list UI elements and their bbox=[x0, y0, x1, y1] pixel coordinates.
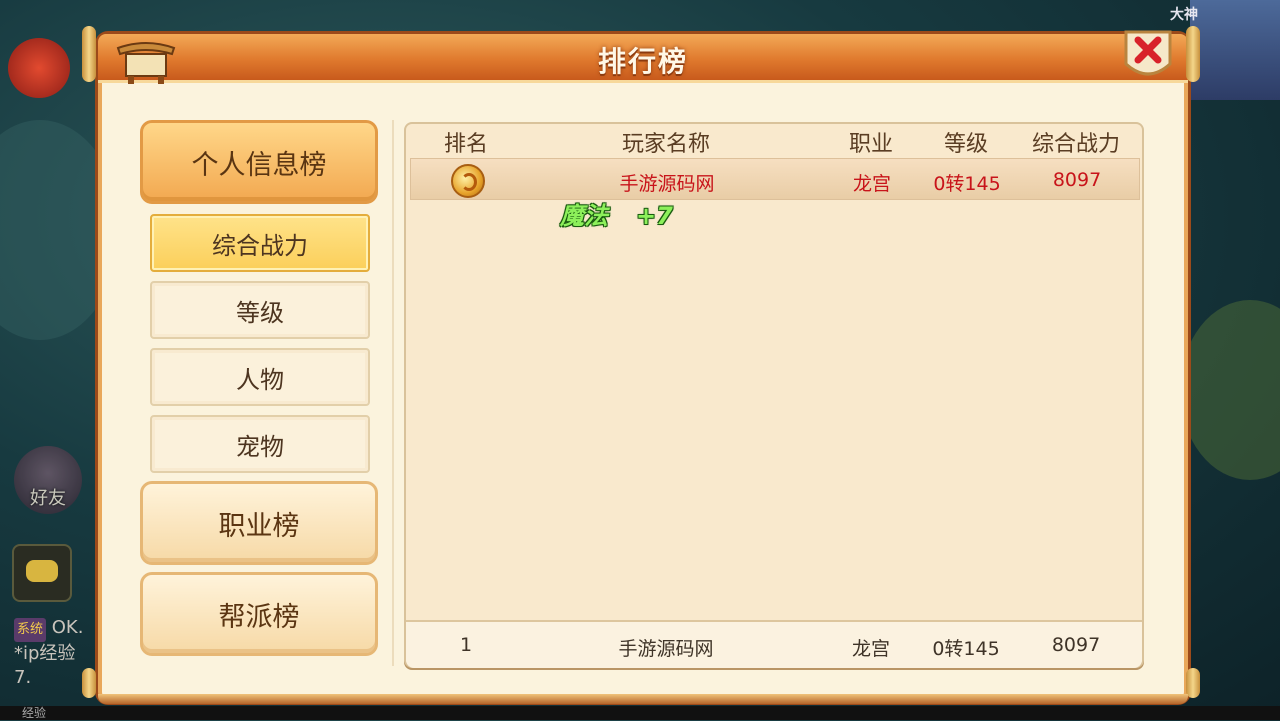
header-class: 职业 bbox=[848, 132, 893, 157]
ranking-table: 排名 玩家名称 职业 等级 综合战力 手游源码网 龙宫 0转145 8097 1… bbox=[404, 122, 1144, 668]
experience-label: 经验 bbox=[22, 706, 47, 720]
category-label: 职业榜 bbox=[218, 510, 300, 542]
row-combat-power: 8097 bbox=[1052, 169, 1102, 191]
table-header: 排名 玩家名称 职业 等级 综合战力 bbox=[416, 124, 1136, 160]
header-rank: 排名 bbox=[443, 132, 488, 157]
category-personal-info[interactable]: 个人信息榜 bbox=[140, 120, 378, 204]
frame-rail bbox=[82, 26, 96, 82]
top-player-name: 大神 bbox=[1170, 7, 1198, 23]
category-label: 个人信息榜 bbox=[191, 149, 327, 181]
category-profession[interactable]: 职业榜 bbox=[140, 481, 378, 565]
row-level: 0转145 bbox=[933, 173, 1001, 195]
row-class: 龙宫 bbox=[852, 173, 891, 195]
category-label: 帮派榜 bbox=[218, 601, 300, 633]
subtab-label: 综合战力 bbox=[212, 231, 308, 260]
gold-medal-icon bbox=[451, 164, 485, 198]
subtab-label: 人物 bbox=[236, 365, 284, 394]
fortune-god-icon[interactable] bbox=[8, 38, 70, 98]
friends-label: 好友 bbox=[30, 488, 66, 509]
chat-button[interactable] bbox=[12, 544, 72, 602]
header-player-name: 玩家名称 bbox=[621, 132, 710, 157]
frame-rail bbox=[1186, 26, 1200, 82]
dialog-title: 排行榜 bbox=[597, 45, 688, 78]
chat-line: 7. bbox=[14, 667, 32, 688]
friends-button[interactable]: 好友 bbox=[14, 446, 82, 514]
subtab-level[interactable]: 等级 bbox=[150, 281, 370, 339]
subtab-label: 等级 bbox=[236, 298, 284, 327]
close-button[interactable] bbox=[1122, 28, 1174, 84]
chat-bubble-icon bbox=[26, 560, 58, 582]
chat-log: 系统 OK. *ip经验 7. bbox=[14, 616, 83, 690]
my-combat-power: 8097 bbox=[1051, 634, 1101, 656]
my-rank: 1 bbox=[459, 634, 473, 656]
chat-line: OK. bbox=[51, 617, 84, 638]
close-icon bbox=[1124, 30, 1172, 76]
system-tag: 系统 bbox=[14, 618, 47, 642]
leaderboard-category-menu: 个人信息榜 综合战力 等级 人物 宠物 职业榜 帮派榜 bbox=[140, 118, 380, 668]
frame-rail bbox=[1186, 668, 1200, 698]
subtab-pet[interactable]: 宠物 bbox=[150, 415, 370, 473]
category-guild[interactable]: 帮派榜 bbox=[140, 572, 378, 656]
subtab-character[interactable]: 人物 bbox=[150, 348, 370, 406]
my-class: 龙宫 bbox=[851, 638, 890, 660]
background-scenery bbox=[1180, 300, 1280, 480]
experience-bar: 经验 bbox=[0, 706, 1280, 720]
floating-stat-popup: 魔法 +7 bbox=[560, 196, 673, 231]
table-row[interactable]: 手游源码网 龙宫 0转145 8097 bbox=[410, 158, 1140, 200]
header-level: 等级 bbox=[943, 132, 988, 157]
dialog-bottom-edge bbox=[98, 694, 1188, 704]
player-avatar bbox=[1190, 0, 1280, 100]
subtab-combat-power[interactable]: 综合战力 bbox=[150, 214, 370, 272]
my-level: 0转145 bbox=[932, 638, 1000, 660]
chat-line: *ip经验 bbox=[14, 643, 76, 664]
menu-divider bbox=[392, 120, 394, 666]
stat-value: +7 bbox=[636, 202, 673, 230]
header-combat-power: 综合战力 bbox=[1031, 132, 1120, 157]
dialog-title-bar: 排行榜 bbox=[98, 34, 1188, 83]
stat-name: 魔法 bbox=[560, 202, 608, 230]
row-player-name: 手游源码网 bbox=[619, 173, 715, 195]
subtab-label: 宠物 bbox=[236, 432, 284, 461]
my-player-name: 手游源码网 bbox=[618, 638, 714, 660]
frame-rail bbox=[82, 668, 96, 698]
signboard-icon bbox=[114, 38, 178, 84]
my-rank-row: 1 手游源码网 龙宫 0转145 8097 bbox=[406, 620, 1142, 668]
